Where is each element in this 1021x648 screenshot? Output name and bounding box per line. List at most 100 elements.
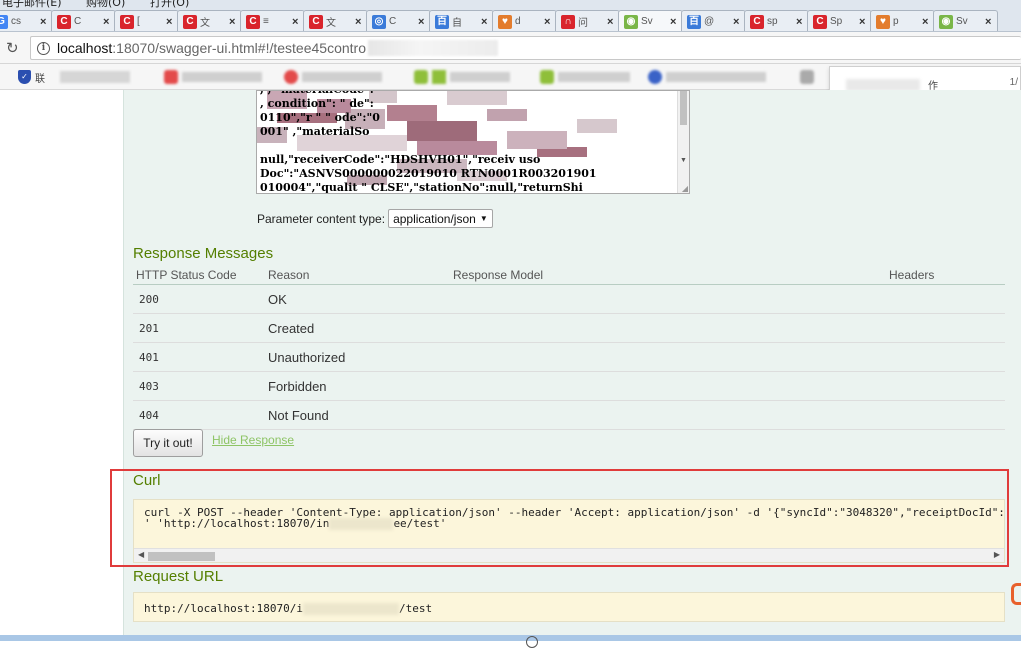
tab-label: @ [704,16,715,27]
browser-tab[interactable]: ∩ 问 × [555,10,620,31]
close-icon[interactable]: × [922,16,930,28]
bookmark-label: 联 [35,73,45,85]
table-row: 201 Created [133,314,1005,343]
scrollbar-thumb[interactable] [148,552,215,561]
browser-tab[interactable]: C C × [51,10,116,31]
browser-tab[interactable]: ♥ p × [870,10,935,31]
table-row: 403 Forbidden [133,372,1005,401]
browser-tab[interactable]: C 文 × [303,10,368,31]
request-body-editor[interactable]: ▼ ◢ , , "materialCode": , condition": " … [256,90,690,194]
address-bar: ↻ i localhost :18070/swagger-ui.html#!/t… [0,32,1021,64]
editor-line: null,"receiverCode":"HDSHVH01","receiv u… [260,153,541,166]
editor-scrollbar[interactable]: ▼ [677,91,689,193]
tab-label: p [893,16,899,27]
request-url-title: Request URL [133,568,224,585]
resize-handle-icon[interactable]: ◢ [682,184,688,193]
status-code: 200 [139,293,159,306]
request-url-prefix: http://localhost:18070/i [144,602,303,615]
browser-tab[interactable]: ◎ C × [366,10,431,31]
info-icon[interactable]: i [37,41,50,55]
tab-favicon-icon: C [120,14,134,29]
menu-item[interactable]: 购物(O) [86,0,125,8]
curl-scrollbar[interactable]: ◀ ▶ [134,548,1004,562]
menu-item[interactable]: 电子邮件(E) [2,0,62,8]
redacted-block [447,91,507,105]
browser-tab[interactable]: ◉ Sv × [933,10,998,31]
browser-tab[interactable]: Gcs × [0,10,53,31]
tab-label: sp [767,16,778,27]
side-widget-icon[interactable] [1011,583,1021,605]
scroll-right-icon[interactable]: ▶ [994,550,1000,559]
tab-label: Sv [641,16,653,27]
status-code: 404 [139,409,159,422]
bookmark-item[interactable] [800,69,814,85]
close-icon[interactable]: × [481,16,489,28]
editor-line: 010004","qualit " CLSE","stationNo":null… [260,181,583,194]
curl-line: ' 'http://localhost:18070/in [144,517,330,530]
close-icon[interactable]: × [166,16,174,28]
browser-tab[interactable]: C ≡ × [240,10,305,31]
curl-box: curl -X POST --header 'Content-Type: app… [133,499,1005,563]
browser-tab[interactable]: Csp × [744,10,809,31]
browser-tab[interactable]: C 文 × [177,10,242,31]
editor-line: , condition": " de": [260,97,374,110]
column-header: HTTP Status Code [136,268,237,282]
browser-tab[interactable]: ♥ d × [492,10,557,31]
scroll-down-icon[interactable]: ▼ [680,157,687,164]
close-icon[interactable]: × [544,16,552,28]
reload-icon[interactable]: ↻ [6,39,19,57]
hide-response-link[interactable]: Hide Response [212,433,294,447]
tab-label: C [389,16,397,27]
close-icon[interactable]: × [355,16,363,28]
tab-label: 文 [200,18,210,29]
tab-favicon-icon: 百 [435,14,449,29]
bookmark-item[interactable]: ✓ 联 [18,69,45,85]
bookmark-item[interactable] [414,69,510,85]
column-header: Response Model [453,268,544,282]
redacted-block [577,119,617,133]
close-icon[interactable]: × [733,16,741,28]
bookmark-item[interactable] [164,69,262,85]
close-icon[interactable]: × [40,16,48,28]
browser-tab[interactable]: C[× [114,10,179,31]
scrollbar-thumb[interactable] [680,91,687,125]
url-field[interactable]: i localhost :18070/swagger-ui.html#!/tes… [30,36,1021,60]
browser-tab[interactable]: 百 @ × [681,10,746,31]
bookmark-item[interactable] [540,69,630,85]
redacted-block [407,121,477,141]
menu-item[interactable]: 打开(O) [150,0,189,8]
tab-favicon-icon: ♥ [876,14,890,29]
taskbar-icon[interactable] [526,636,538,648]
close-icon[interactable]: × [796,16,804,28]
table-row: 404 Not Found [133,401,1005,430]
try-it-out-button[interactable]: Try it out! [133,429,203,457]
browser-tab[interactable]: C Sp × [807,10,872,31]
content-type-select[interactable]: application/json ▼ [388,209,493,228]
bookmark-item[interactable] [60,69,130,85]
scroll-left-icon[interactable]: ◀ [138,550,144,559]
close-icon[interactable]: × [985,16,993,28]
bookmark-item[interactable] [648,69,766,85]
taskbar [0,635,1021,648]
close-icon[interactable]: × [418,16,426,28]
close-icon[interactable]: × [859,16,867,28]
status-reason: Created [268,321,315,336]
content-type-value: application/json [393,211,476,226]
request-url-box: http://localhost:18070/i/test [133,592,1005,622]
editor-line: 0110","r " " ode":"0 [260,111,380,124]
close-icon[interactable]: × [607,16,615,28]
close-icon[interactable]: × [229,16,237,28]
tab-favicon-icon: ∩ [561,14,575,29]
close-icon[interactable]: × [670,16,678,28]
browser-tab[interactable]: ◉ Sv × [618,10,683,31]
curl-command: curl -X POST --header 'Content-Type: app… [144,507,1004,530]
content-type-row: Parameter content type: application/json… [257,209,493,228]
close-icon[interactable]: × [292,16,300,28]
tab-favicon-icon: C [750,14,764,29]
tab-favicon-icon: C [309,14,323,29]
tab-favicon-icon: 百 [687,14,701,29]
browser-tab[interactable]: 百自 × [429,10,494,31]
close-icon[interactable]: × [103,16,111,28]
bookmark-item[interactable] [284,69,382,85]
tab-label: Sv [956,16,968,27]
